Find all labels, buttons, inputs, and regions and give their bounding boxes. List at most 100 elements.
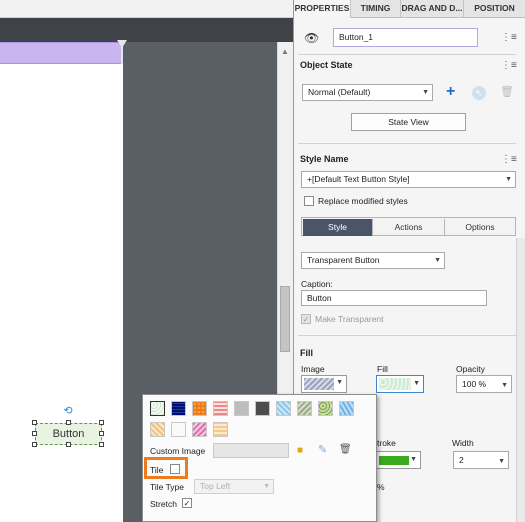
caption-input[interactable]: Button — [301, 290, 487, 306]
stroke-color-picker[interactable]: ▼ — [376, 451, 421, 469]
make-transparent-checkbox[interactable]: ✓ — [301, 314, 311, 324]
texture-swatch[interactable] — [150, 422, 165, 437]
stretch-label: Stretch — [150, 499, 177, 509]
image-fill-picker[interactable]: ▼ — [301, 375, 347, 393]
fill-texture-swatch — [379, 378, 411, 390]
resize-handle[interactable] — [32, 431, 37, 436]
add-state-icon[interactable]: + — [446, 84, 460, 100]
image-fill-swatch — [304, 378, 334, 390]
resize-handle[interactable] — [99, 442, 104, 447]
chevron-down-icon: ▼ — [263, 483, 270, 490]
playhead-marker[interactable] — [117, 40, 127, 48]
stage-header — [0, 0, 293, 18]
chevron-down-icon: ▼ — [501, 382, 508, 389]
chevron-down-icon: ▼ — [336, 379, 343, 386]
tile-highlight-box — [144, 457, 188, 479]
button-type-dropdown[interactable]: Transparent Button ▼ — [301, 252, 445, 269]
style-name-value: +[Default Text Button Style] — [307, 174, 410, 184]
stroke-width-dropdown[interactable]: 2 ▼ — [453, 451, 509, 469]
fill-color-picker[interactable]: ▼ — [376, 375, 424, 393]
texture-swatch[interactable] — [171, 401, 186, 416]
texture-swatch[interactable] — [150, 401, 165, 416]
resize-handle[interactable] — [32, 442, 37, 447]
stroke-color-swatch — [379, 456, 409, 465]
custom-image-path-field[interactable] — [213, 443, 289, 458]
make-transparent-label: Make Transparent — [315, 314, 384, 324]
texture-swatch[interactable] — [213, 422, 228, 437]
stroke-width-value: 2 — [459, 455, 464, 465]
edit-pencil-icon[interactable]: ✎ — [318, 444, 330, 456]
texture-swatch[interactable] — [339, 401, 354, 416]
tab-timing[interactable]: TIMING — [351, 0, 401, 18]
rotate-handle-icon[interactable]: ⟲ — [62, 405, 74, 417]
tab-drag-and-drop[interactable]: DRAG AND D... — [401, 0, 464, 18]
texture-swatch[interactable] — [192, 422, 207, 437]
stroke-label: troke — [377, 438, 396, 448]
tile-type-dropdown[interactable]: Top Left ▼ — [194, 479, 274, 494]
texture-swatch[interactable] — [213, 401, 228, 416]
chevron-down-icon: ▼ — [422, 89, 429, 96]
custom-image-label: Custom Image — [150, 446, 206, 456]
resize-handle[interactable] — [66, 420, 71, 425]
tile-type-value: Top Left — [200, 481, 231, 491]
tab-actions[interactable]: Actions — [373, 219, 445, 236]
scroll-up-arrow-icon[interactable]: ▲ — [279, 46, 291, 58]
state-view-button[interactable]: State View — [351, 113, 466, 131]
tab-properties[interactable]: PROPERTIES — [294, 0, 351, 18]
resize-handle[interactable] — [99, 420, 104, 425]
divider — [298, 335, 516, 336]
object-state-heading: Object State — [300, 60, 353, 70]
fill-heading: Fill — [300, 348, 313, 358]
object-state-value: Normal (Default) — [308, 87, 371, 97]
opacity-dropdown[interactable]: 100 % ▼ — [456, 375, 512, 393]
replace-modified-styles-checkbox[interactable] — [304, 196, 314, 206]
texture-swatch[interactable] — [318, 401, 333, 416]
texture-swatch[interactable] — [297, 401, 312, 416]
fill-color-label: Fill — [377, 364, 388, 374]
divider — [298, 143, 516, 144]
divider — [298, 54, 516, 55]
fill-image-label: Image — [301, 364, 325, 374]
partial-percent-text: % — [377, 482, 385, 492]
panel-scrollbar[interactable] — [516, 238, 525, 522]
texture-swatch[interactable] — [234, 401, 249, 416]
object-state-dropdown[interactable]: Normal (Default) ▼ — [302, 84, 433, 101]
opacity-value: 100 % — [462, 379, 487, 389]
tab-position[interactable]: POSITION — [464, 0, 525, 18]
object-state-menu-icon[interactable]: ⋮≡ — [501, 61, 517, 71]
style-name-dropdown[interactable]: +[Default Text Button Style] ▼ — [301, 171, 516, 188]
texture-swatch[interactable] — [276, 401, 291, 416]
edit-state-icon[interactable]: ↖ — [472, 86, 486, 100]
slide-canvas[interactable] — [0, 64, 123, 522]
resize-handle[interactable] — [32, 420, 37, 425]
chevron-down-icon: ▼ — [410, 456, 417, 463]
caption-label: Caption: — [301, 279, 333, 289]
chevron-down-icon: ▼ — [498, 458, 505, 465]
resize-handle[interactable] — [66, 442, 71, 447]
stroke-width-label: Width — [452, 438, 474, 448]
delete-state-icon[interactable]: 🗑 — [500, 85, 514, 99]
object-name-input[interactable]: Button_1 — [333, 28, 478, 47]
delete-image-icon[interactable]: 🗑 — [339, 444, 352, 456]
style-menu-icon[interactable]: ⋮≡ — [501, 155, 517, 165]
texture-swatch[interactable] — [192, 401, 207, 416]
panel-menu-icon[interactable]: ⋮≡ — [501, 33, 517, 43]
tab-style[interactable]: Style — [303, 219, 373, 236]
tile-type-label: Tile Type — [150, 482, 185, 492]
texture-swatch[interactable] — [255, 401, 270, 416]
style-name-heading: Style Name — [300, 154, 349, 164]
stretch-checkbox[interactable]: ✓ — [182, 498, 192, 508]
visibility-eye-icon[interactable]: 👁 — [304, 32, 319, 44]
button-type-value: Transparent Button — [307, 255, 380, 265]
texture-swatch[interactable] — [171, 422, 186, 437]
folder-icon[interactable]: ■ — [297, 445, 309, 456]
timeline-object-bar[interactable] — [0, 42, 123, 64]
tab-options[interactable]: Options — [445, 219, 515, 236]
replace-modified-styles-label: Replace modified styles — [318, 196, 408, 206]
resize-handle[interactable] — [99, 431, 104, 436]
chevron-down-icon: ▼ — [434, 257, 441, 264]
timeline-ruler[interactable] — [0, 18, 293, 42]
scrollbar-thumb[interactable] — [280, 286, 290, 352]
opacity-label: Opacity — [456, 364, 485, 374]
panel-tabs: PROPERTIES TIMING DRAG AND D... POSITION — [294, 0, 525, 18]
